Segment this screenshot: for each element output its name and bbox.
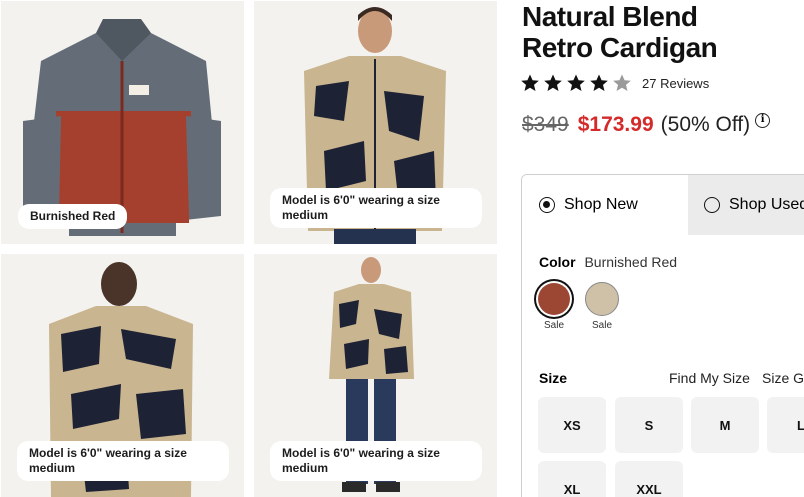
sale-badge: Sale: [592, 320, 613, 331]
info-icon[interactable]: i: [755, 113, 771, 128]
size-button-l[interactable]: L: [767, 397, 804, 453]
star-icon: [566, 73, 586, 93]
find-my-size-link[interactable]: Find My Size: [669, 370, 750, 386]
review-count-link[interactable]: 27 Reviews: [642, 76, 709, 91]
image-caption: Model is 6'0" wearing a size medium: [270, 188, 482, 228]
size-button-xl[interactable]: XL: [538, 461, 606, 497]
image-caption: Model is 6'0" wearing a size medium: [270, 441, 482, 481]
swatch-tan[interactable]: [585, 282, 619, 316]
original-price: $349: [522, 113, 569, 136]
sale-price: $173.99: [577, 113, 654, 136]
gallery-image-front[interactable]: Burnished Red: [1, 1, 244, 244]
star-half-icon: [612, 73, 632, 93]
star-icon: [520, 73, 540, 93]
gallery-image-model-front[interactable]: Model is 6'0" wearing a size medium: [254, 1, 497, 244]
radio-selected-icon: [539, 197, 555, 213]
image-caption: Model is 6'0" wearing a size medium: [17, 441, 229, 481]
tab-shop-new-label: Shop New: [564, 196, 638, 213]
purchase-panel: Shop New Shop Used Color Burnished Red S…: [521, 174, 804, 497]
color-label: Color: [539, 254, 576, 270]
discount-percent: (50% Off): [660, 113, 751, 136]
size-button-s[interactable]: S: [615, 397, 683, 453]
tab-shop-used[interactable]: Shop Used: [688, 175, 804, 235]
gallery-image-model-back[interactable]: Model is 6'0" wearing a size medium: [1, 254, 244, 497]
color-selector-label: Color Burnished Red: [539, 254, 677, 270]
gallery-image-model-full[interactable]: Model is 6'0" wearing a size medium: [254, 254, 497, 497]
tab-shop-new[interactable]: Shop New: [522, 175, 688, 235]
swatch-burnished-red[interactable]: [538, 283, 570, 315]
price: $349 $173.99 (50% Off) i: [522, 112, 771, 138]
image-caption: Burnished Red: [18, 204, 128, 229]
tab-shop-used-label: Shop Used: [729, 196, 804, 213]
star-icon: [543, 73, 563, 93]
size-button-xxl[interactable]: XXL: [615, 461, 683, 497]
size-button-m[interactable]: M: [691, 397, 759, 453]
product-title: Natural Blend Retro Cardigan: [522, 1, 718, 63]
size-button-xs[interactable]: XS: [538, 397, 606, 453]
product-title-line2: Retro Cardigan: [522, 32, 718, 63]
color-value: Burnished Red: [584, 254, 678, 270]
radio-unselected-icon: [704, 197, 720, 213]
size-guide-link[interactable]: Size Guide: [762, 370, 804, 386]
product-title-line1: Natural Blend: [522, 1, 698, 32]
sale-badge: Sale: [544, 320, 565, 331]
size-label: Size: [539, 370, 568, 386]
rating[interactable]: 27 Reviews: [520, 73, 709, 93]
star-icon: [589, 73, 609, 93]
